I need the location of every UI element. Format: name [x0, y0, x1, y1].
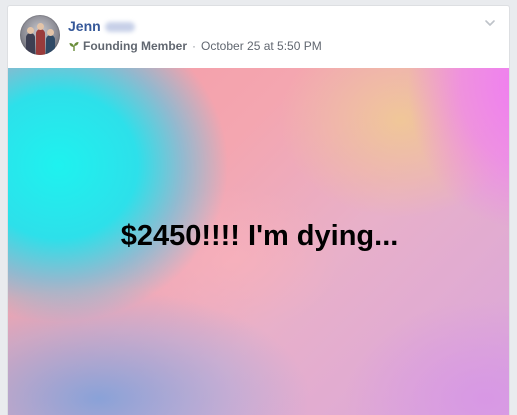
meta-separator: ·: [192, 39, 196, 53]
post-text: $2450!!!! I'm dying...: [120, 219, 399, 252]
author-name-link[interactable]: Jenn: [68, 18, 135, 34]
redacted-surname: [104, 22, 135, 33]
post-timestamp[interactable]: October 25 at 5:50 PM: [201, 39, 322, 53]
author-avatar[interactable]: [20, 15, 60, 55]
background-post: $2450!!!! I'm dying...: [8, 68, 509, 415]
sprout-icon: [69, 42, 79, 51]
post-header: Jenn Founding Member · October 25 at 5:5…: [8, 6, 509, 68]
author-name[interactable]: Jenn: [68, 18, 101, 34]
post-meta: Founding Member · October 25 at 5:50 PM: [68, 39, 322, 53]
chevron-down-icon[interactable]: [483, 16, 497, 30]
member-badge-label: Founding Member: [83, 39, 187, 53]
post-card: Jenn Founding Member · October 25 at 5:5…: [7, 5, 510, 415]
